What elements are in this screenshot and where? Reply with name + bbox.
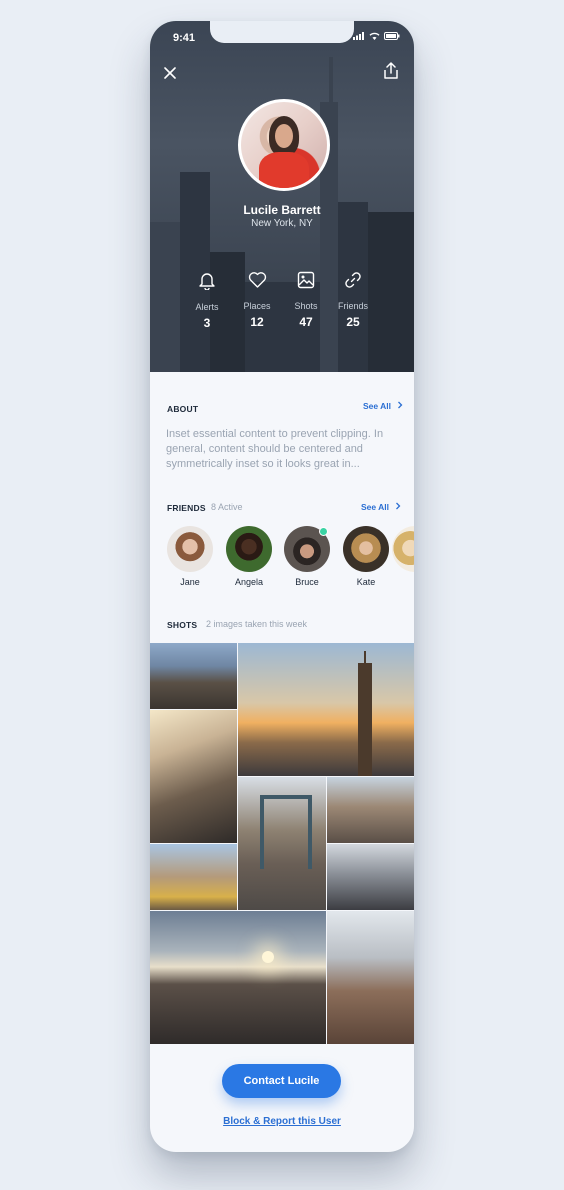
shot-thumbnail[interactable]	[150, 911, 326, 1044]
profile-name: Lucile Barrett	[243, 203, 321, 217]
status-icons	[353, 32, 400, 40]
avatar	[343, 526, 389, 572]
friend-item-kate[interactable]: Kate	[341, 526, 391, 587]
signal-icon	[353, 32, 364, 40]
stat-label: Shots	[294, 301, 318, 311]
friends-title: FRIENDS	[167, 503, 206, 513]
friend-item-bruce[interactable]: Bruce	[282, 526, 332, 587]
stat-friends[interactable]: Friends 25	[328, 271, 378, 329]
profile-location: New York, NY	[251, 218, 313, 229]
phone-screen: 9:41 Lucile Barrett New York, NY Alerts …	[150, 21, 414, 1152]
shot-thumbnail[interactable]	[238, 643, 414, 776]
chevron-right-icon	[396, 502, 401, 510]
friend-name: Bruce	[295, 577, 319, 587]
close-button[interactable]	[164, 66, 176, 84]
stat-alerts[interactable]: Alerts 3	[182, 271, 232, 330]
stat-value: 3	[203, 316, 211, 330]
about-see-all[interactable]: See All	[363, 401, 404, 411]
see-all-label: See All	[363, 401, 392, 411]
see-all-label: See All	[361, 502, 390, 512]
friend-item-more[interactable]	[392, 526, 414, 572]
shot-thumbnail[interactable]	[150, 643, 237, 709]
about-text: Inset essential content to prevent clipp…	[166, 428, 384, 470]
shot-thumbnail[interactable]	[327, 911, 414, 1044]
heart-icon	[248, 272, 266, 288]
friend-name: Kate	[356, 577, 376, 587]
link-icon	[345, 272, 361, 288]
about-title: ABOUT	[167, 404, 199, 414]
active-indicator	[319, 527, 328, 536]
stat-value: 12	[250, 315, 264, 329]
block-report-link[interactable]: Block & Report this User	[150, 1116, 414, 1127]
profile-header: 9:41 Lucile Barrett New York, NY Alerts …	[150, 21, 414, 372]
stat-label: Places	[243, 301, 271, 311]
share-button[interactable]	[383, 62, 399, 85]
bell-icon	[199, 273, 215, 290]
friends-active-count: 8 Active	[211, 502, 243, 512]
shot-thumbnail[interactable]	[150, 844, 237, 910]
shots-subtitle: 2 images taken this week	[206, 619, 308, 629]
avatar	[392, 526, 414, 572]
share-icon	[384, 62, 398, 79]
status-time: 9:41	[173, 32, 196, 44]
stat-label: Friends	[337, 301, 368, 311]
close-icon	[164, 67, 176, 79]
image-icon	[297, 271, 315, 289]
shot-thumbnail[interactable]	[238, 777, 326, 910]
friends-see-all[interactable]: See All	[361, 502, 402, 512]
wifi-icon	[369, 32, 380, 40]
friend-name: Angela	[234, 577, 264, 587]
friend-item-angela[interactable]: Angela	[224, 526, 274, 587]
shot-thumbnail[interactable]	[150, 710, 237, 843]
stat-places[interactable]: Places 12	[232, 271, 282, 329]
avatar	[226, 526, 272, 572]
avatar	[167, 526, 213, 572]
shot-thumbnail[interactable]	[327, 844, 414, 910]
shots-title: SHOTS	[167, 620, 198, 630]
stat-label: Alerts	[195, 302, 219, 312]
stat-shots[interactable]: Shots 47	[281, 271, 331, 329]
friend-name: Jane	[180, 577, 200, 587]
stat-value: 25	[346, 315, 360, 329]
profile-avatar	[238, 99, 330, 191]
contact-button[interactable]: Contact Lucile	[222, 1064, 341, 1098]
chevron-right-icon	[398, 401, 403, 409]
friend-item-jane[interactable]: Jane	[165, 526, 215, 587]
notch	[210, 21, 354, 43]
stat-value: 47	[299, 315, 313, 329]
battery-icon	[384, 32, 400, 40]
shot-thumbnail[interactable]	[327, 777, 414, 843]
